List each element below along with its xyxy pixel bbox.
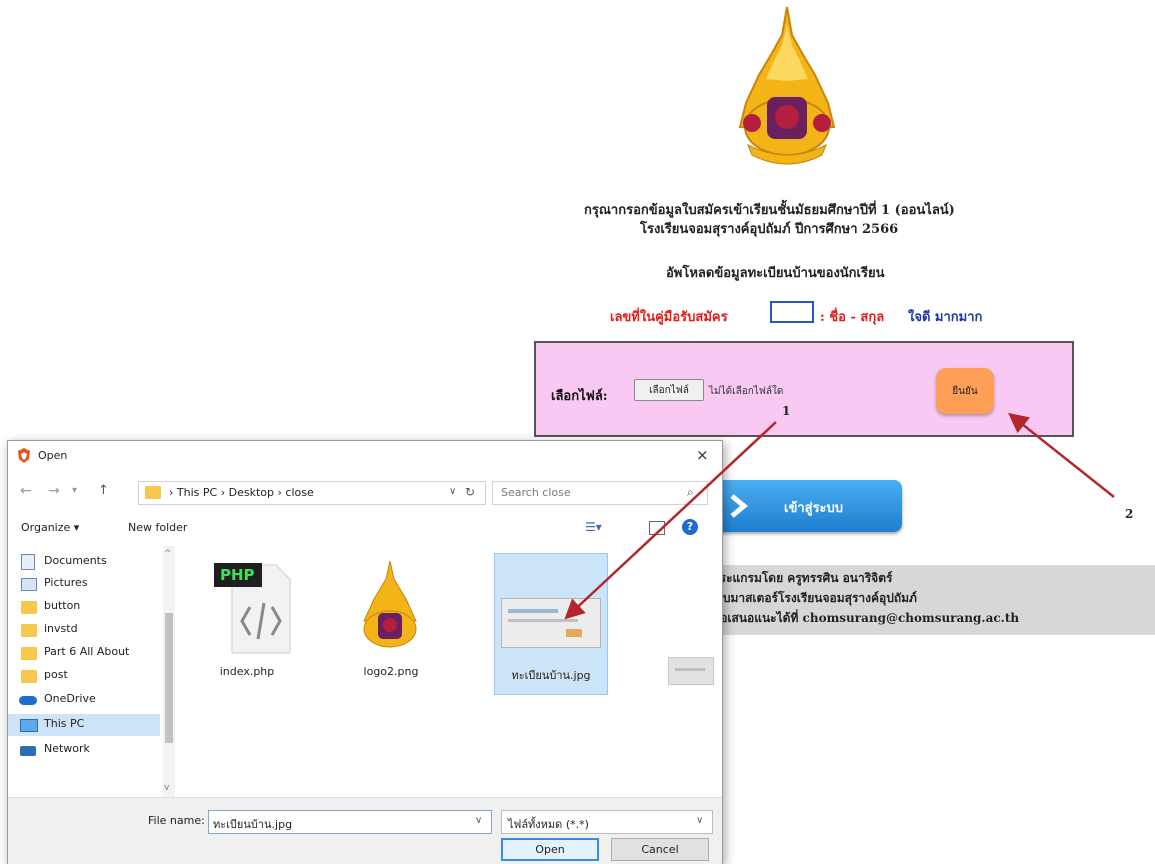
annotation-arrow-1 (564, 421, 777, 620)
annotation-arrow-2 (1008, 412, 1115, 498)
annotation-arrows (564, 412, 1115, 620)
